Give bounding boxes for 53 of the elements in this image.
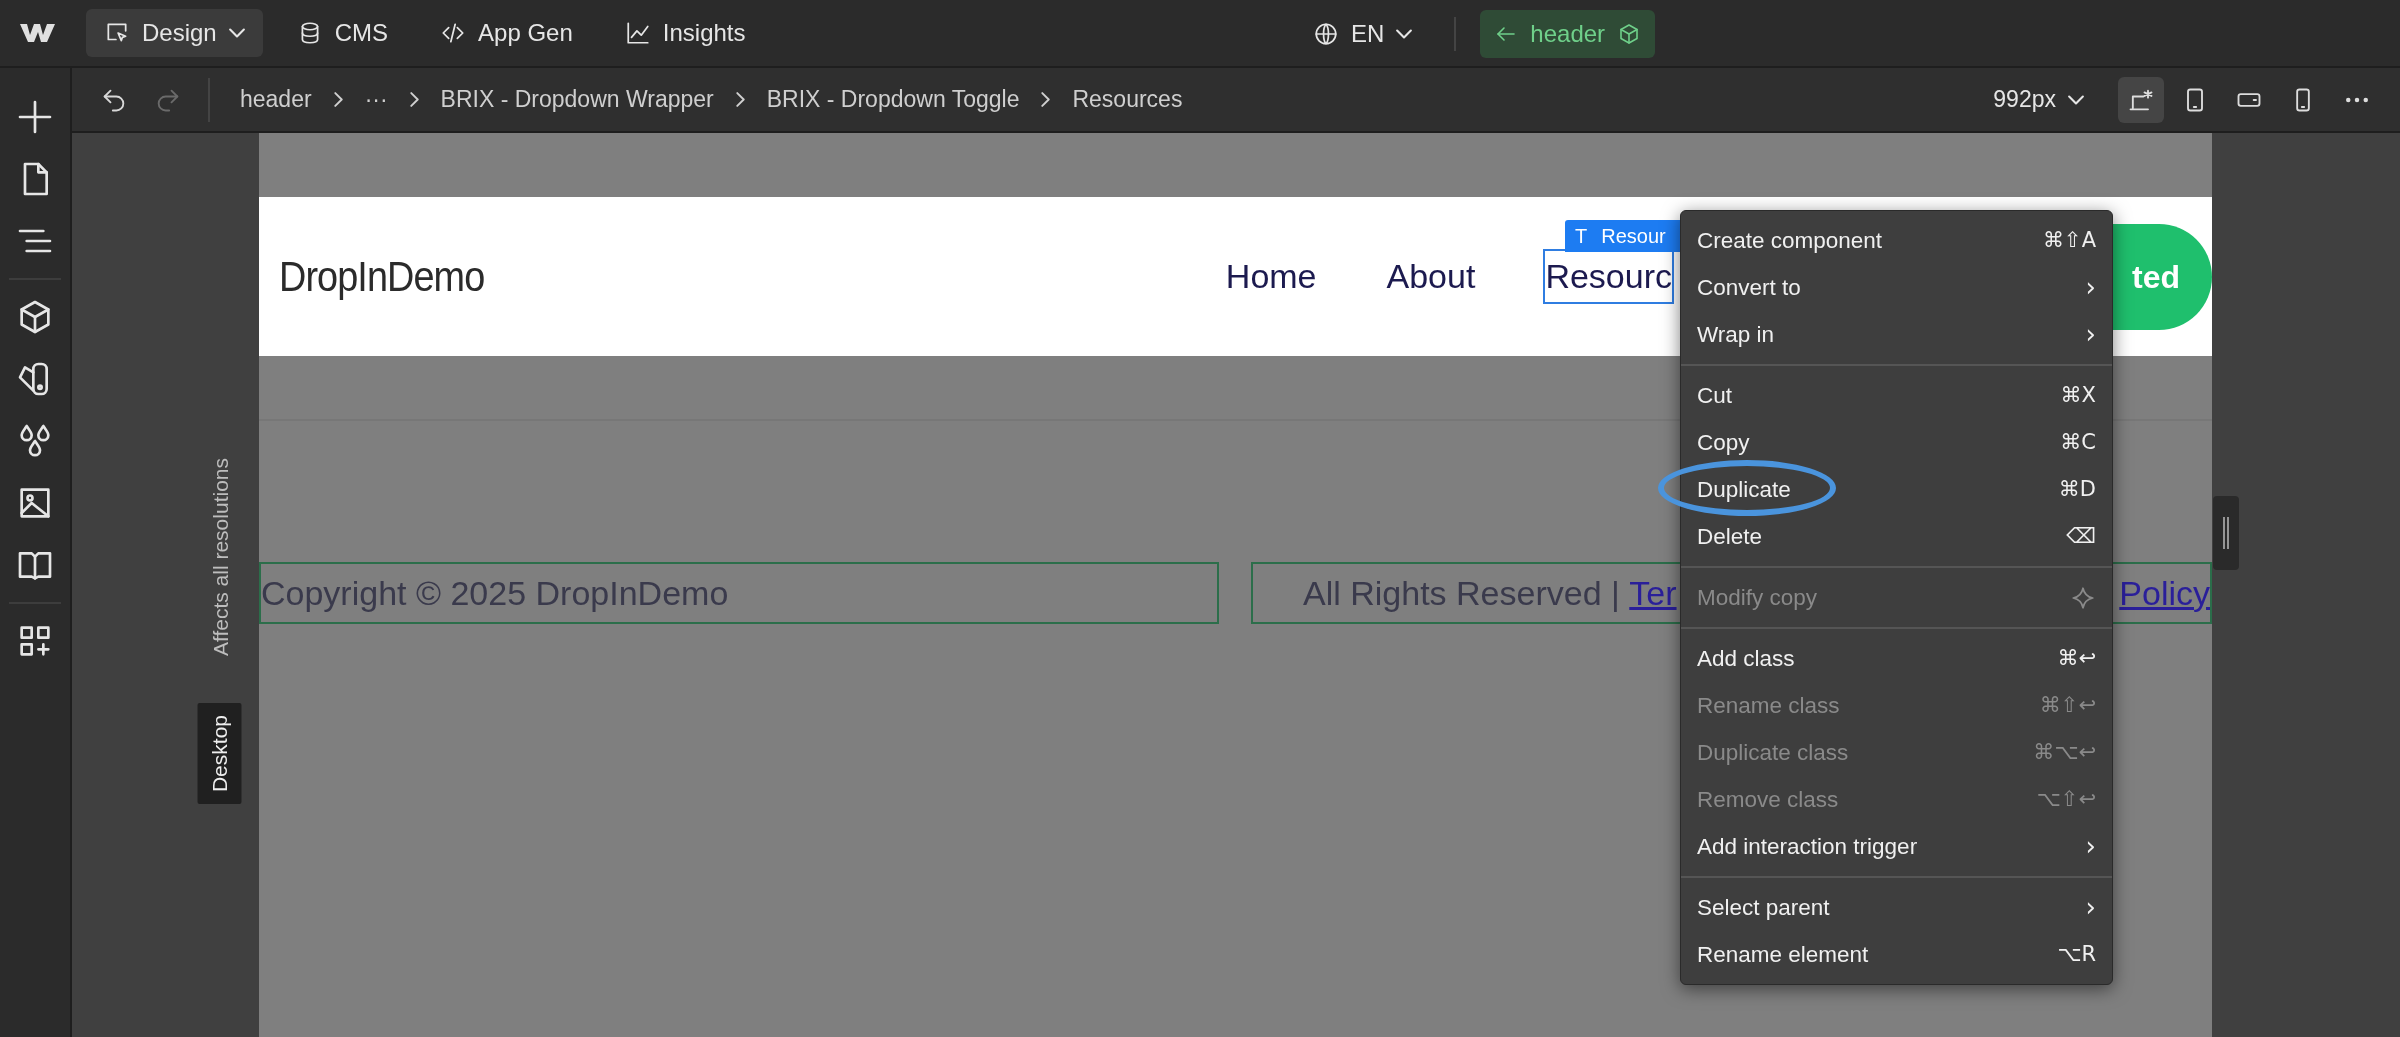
menu-item[interactable]: Select parent › [1681,884,2112,931]
shortcut-text: ⌘C [2060,428,2096,456]
app-tab[interactable]: App Gen [422,9,591,57]
device-button[interactable] [2118,76,2164,123]
shortcut-text: ⌘⇧A [2043,226,2096,254]
shortcut-text: ⌘⌥↩ [2033,738,2096,766]
shortcut-text: ⌘X [2060,381,2096,409]
shortcut-text: ⌥R [2057,940,2096,968]
menu-item[interactable]: Cut ⌘X [1681,372,2112,419]
chevron-right-icon [1041,92,1051,107]
nav-link[interactable]: About [1386,251,1476,302]
site-logo[interactable]: DropInDemo [279,245,485,308]
breadcrumb-item[interactable]: ··· [364,82,388,117]
chevron-down-icon [1396,29,1413,39]
scope-hint: Affects all resolutions [208,458,233,657]
component-pill[interactable]: header [1480,10,1656,58]
app-tab[interactable]: Design [86,9,263,57]
shortcut-text: ⌥⇧↩ [2036,785,2096,813]
menu-item[interactable]: Duplicate ⌘D [1681,466,2112,513]
breadcrumb-item[interactable]: Resources [1072,82,1183,117]
chart-icon [624,20,651,46]
breadcrumb-item[interactable]: BRIX - Dropdown Toggle [766,82,1020,117]
width-selector[interactable]: 992px [1975,75,2102,124]
app-tab[interactable]: CMS [278,9,407,57]
app-tab[interactable]: Insights [606,9,764,57]
submenu-arrow: › [2085,891,2096,924]
chevron-right-icon [409,92,419,107]
shortcut-text: ⌘↩ [2057,644,2096,672]
menu-item[interactable]: Rename element ⌥R [1681,931,2112,978]
webflow-logo[interactable] [20,22,56,44]
menu-item[interactable]: Copy ⌘C [1681,419,2112,466]
menu-item[interactable]: Add class ⌘↩ [1681,635,2112,682]
submenu-arrow: › [2085,271,2096,304]
shortcut-text: ⌫ [2066,522,2096,550]
chevron-down-icon [2068,94,2084,105]
nav-link[interactable]: Home [1225,251,1317,302]
breadcrumb-item[interactable]: header [240,82,312,117]
shortcut-text: ⌘⇧↩ [2039,691,2096,719]
submenu-arrow: › [2085,830,2096,863]
globe-icon [1313,21,1339,47]
chevron-right-icon [333,92,343,107]
chevron-right-icon [735,92,745,107]
nav-link[interactable]: Resourc [1545,251,1672,302]
shortcut-text: ⌘D [2058,475,2096,503]
language-selector[interactable]: EN [1295,10,1431,58]
breakpoint-label: Desktop [198,703,242,805]
copyright-text: Copyright © 2025 DropInDemo [259,562,1219,624]
menu-item[interactable]: Add interaction trigger › [1681,823,2112,870]
rights-text: All Rights Reserved | [1303,572,1621,614]
sparkle-icon [2070,584,2096,611]
menu-item[interactable]: Delete ⌫ [1681,513,2112,560]
resize-handle[interactable] [2213,496,2239,570]
breadcrumb-item[interactable]: BRIX - Dropdown Wrapper [440,82,714,117]
